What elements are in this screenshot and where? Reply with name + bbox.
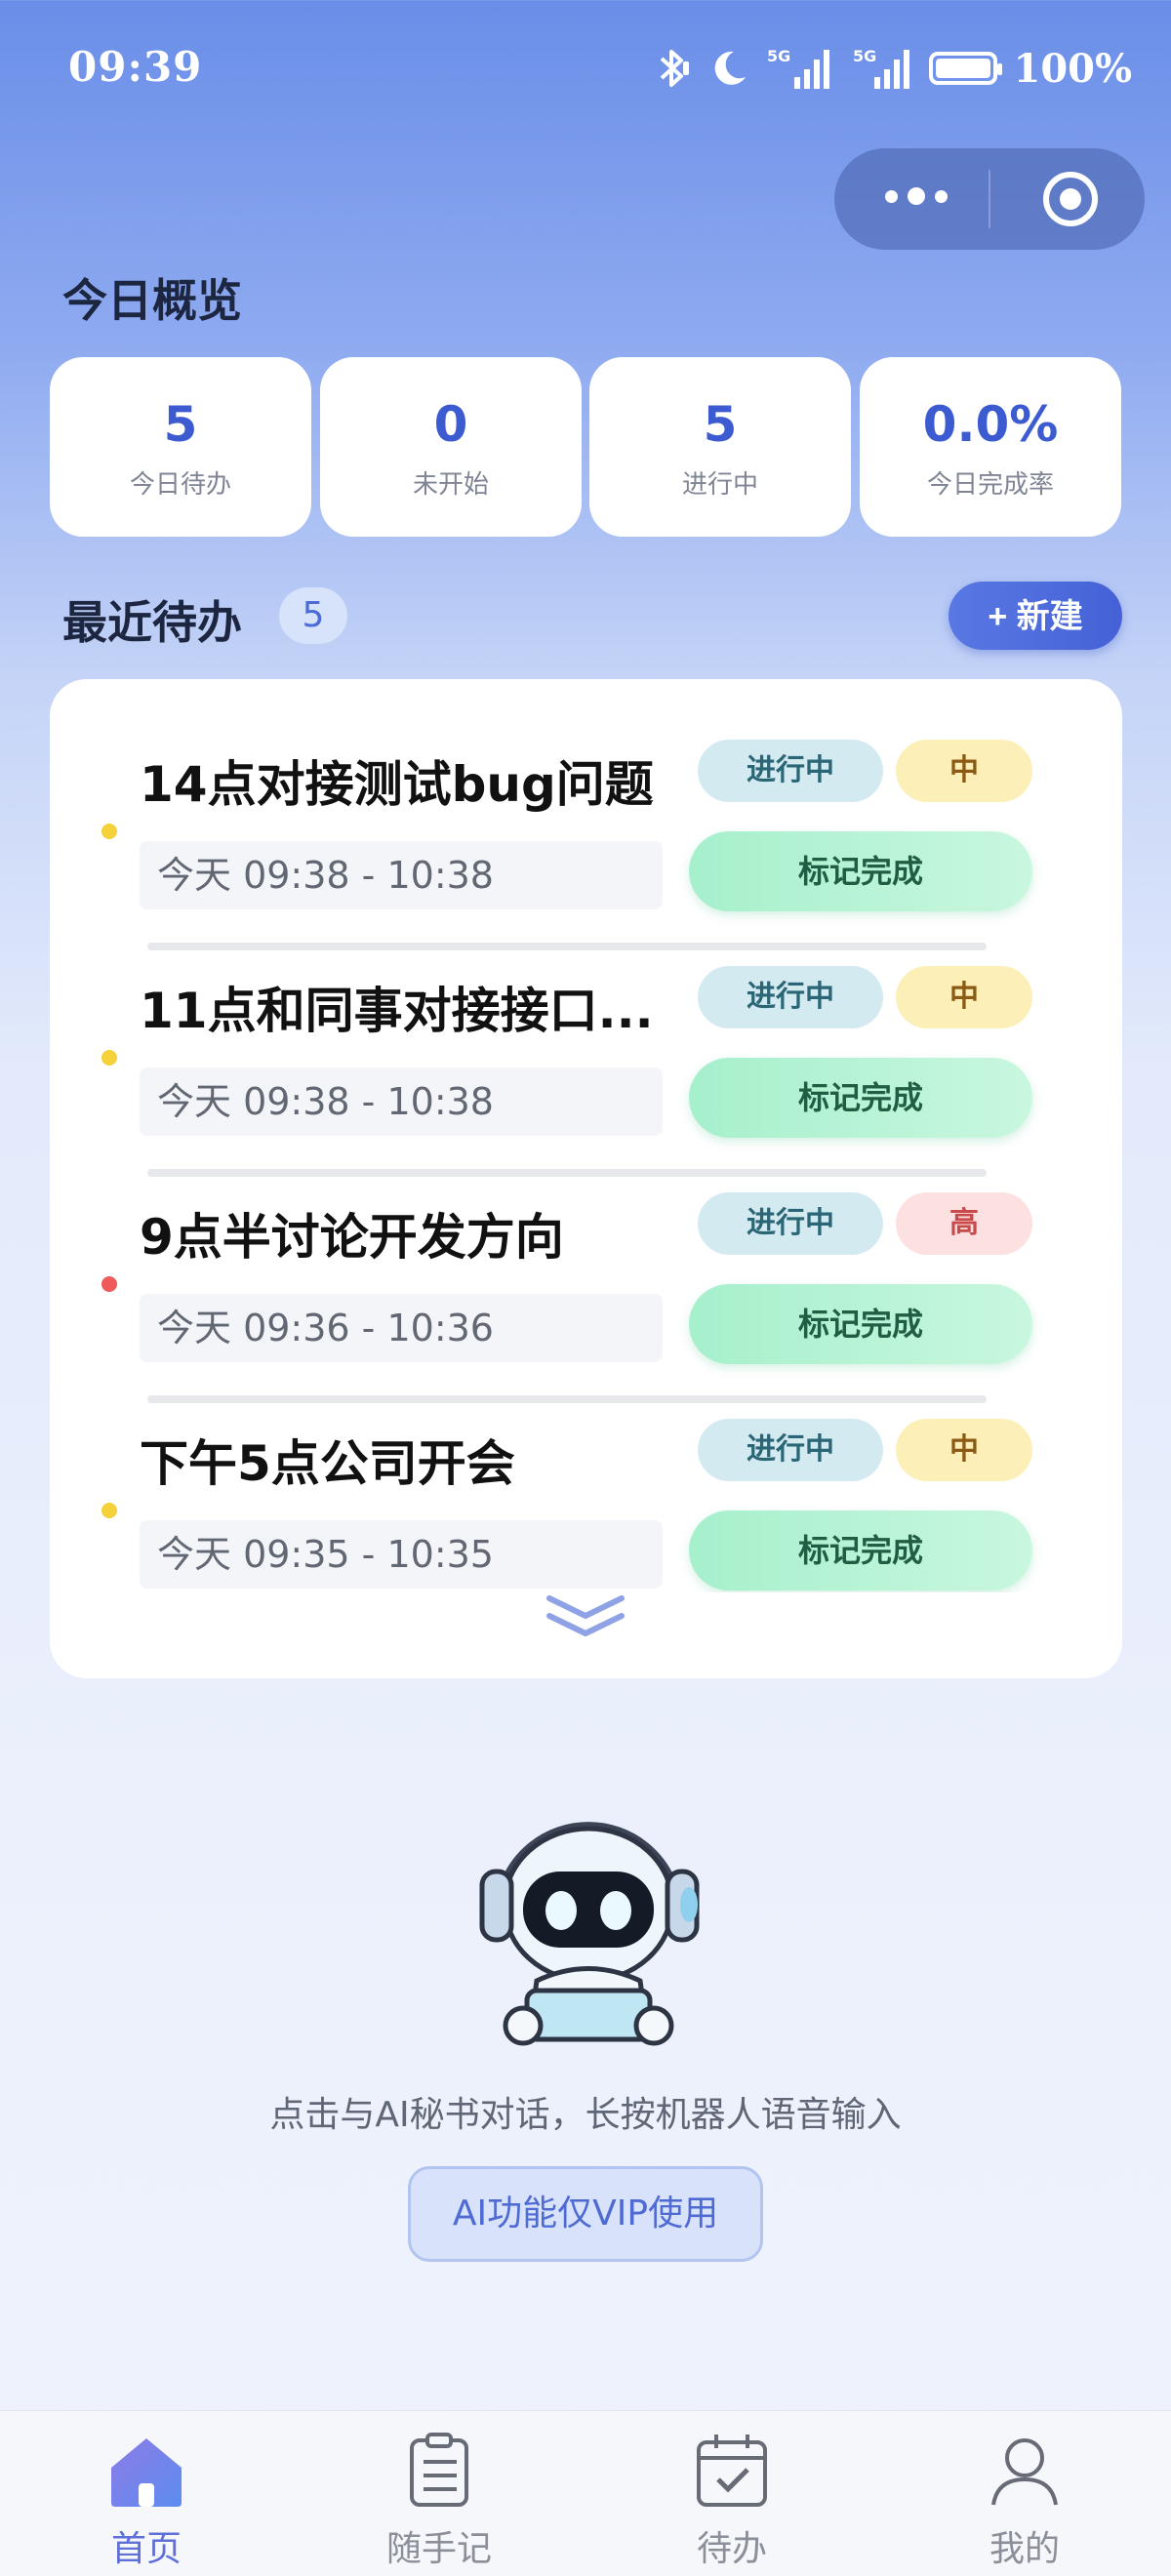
priority-badge: 中 <box>896 966 1032 1028</box>
todo-item[interactable]: 下午5点公司开会 进行中 中 今天 09:35 - 10:35 标记完成 <box>50 1358 1122 1592</box>
signal-5g-icon-2: 5G <box>853 47 910 89</box>
tab-label: 待办 <box>696 2529 767 2569</box>
todo-time: 今天 09:38 - 10:38 <box>140 1067 663 1136</box>
moon-icon <box>715 51 747 85</box>
stat-value: 0.0% <box>922 396 1059 453</box>
todo-item[interactable]: 11点和同事对接接口... 进行中 中 今天 09:38 - 10:38 标记完… <box>50 906 1122 1177</box>
ai-vip-button[interactable]: AI功能仅VIP使用 <box>408 2166 763 2262</box>
status-bar: 09:39 5G 5G 100% <box>0 0 1171 141</box>
stat-value: 0 <box>433 396 468 453</box>
stat-value: 5 <box>163 396 198 453</box>
priority-dot <box>101 1276 117 1292</box>
stat-label: 今日待办 <box>129 470 231 500</box>
priority-dot <box>101 1050 117 1066</box>
tab-notes[interactable]: 随手记 <box>293 2411 586 2576</box>
user-icon <box>991 2438 1058 2506</box>
mark-done-button[interactable]: 标记完成 <box>689 831 1032 911</box>
mark-done-button[interactable]: 标记完成 <box>689 1058 1032 1138</box>
bluetooth-icon <box>661 50 690 87</box>
stat-label: 未开始 <box>412 470 489 500</box>
recent-count-badge: 5 <box>279 587 347 644</box>
stat-card-not-started[interactable]: 0 未开始 <box>320 357 582 537</box>
battery-icon <box>929 52 1003 85</box>
stat-label: 今日完成率 <box>926 470 1054 500</box>
status-badge: 进行中 <box>698 1192 883 1255</box>
todo-title: 下午5点公司开会 <box>140 1435 515 1492</box>
todo-time: 今天 09:36 - 10:36 <box>140 1294 663 1362</box>
todo-title: 9点半讨论开发方向 <box>140 1209 564 1266</box>
stat-label: 进行中 <box>681 470 758 500</box>
more-icon[interactable] <box>885 187 948 205</box>
status-icons: 5G 5G 100% <box>654 41 1132 96</box>
todo-item[interactable]: 14点对接测试bug问题 进行中 中 今天 09:38 - 10:38 标记完成 <box>50 679 1122 950</box>
status-badge: 进行中 <box>698 966 883 1028</box>
signal-5g-icon: 5G <box>767 47 830 89</box>
tab-label: 随手记 <box>385 2529 492 2569</box>
todo-item[interactable]: 9点半讨论开发方向 进行中 高 今天 09:36 - 10:36 标记完成 <box>50 1132 1122 1403</box>
tab-bar: 首页 随手记 待办 我的 <box>0 2410 1171 2576</box>
todo-title: 14点对接测试bug问题 <box>140 756 654 813</box>
todo-time: 今天 09:35 - 10:35 <box>140 1520 663 1589</box>
status-badge: 进行中 <box>698 740 883 802</box>
ai-robot-icon[interactable] <box>447 1795 730 2049</box>
stat-value: 5 <box>703 396 738 453</box>
tab-label: 我的 <box>989 2529 1060 2569</box>
notes-icon <box>410 2433 468 2507</box>
todo-list-card: 14点对接测试bug问题 进行中 中 今天 09:38 - 10:38 标记完成… <box>50 679 1122 1678</box>
mark-done-button[interactable]: 标记完成 <box>689 1284 1032 1364</box>
close-target-icon[interactable] <box>1041 170 1100 228</box>
overview-title: 今日概览 <box>62 274 242 327</box>
svg-text:5G: 5G <box>853 47 876 65</box>
expand-more-icon[interactable] <box>540 1590 631 1641</box>
svg-text:5G: 5G <box>767 47 790 65</box>
tab-profile[interactable]: 我的 <box>878 2411 1171 2576</box>
priority-dot <box>101 1503 117 1518</box>
capsule-menu <box>834 148 1145 250</box>
status-badge: 进行中 <box>698 1419 883 1481</box>
priority-dot <box>101 824 117 839</box>
status-time: 09:39 <box>68 43 203 91</box>
ai-hint-text: 点击与AI秘书对话，长按机器人语音输入 <box>269 2095 902 2135</box>
home-icon <box>111 2438 182 2507</box>
stat-card-completion[interactable]: 0.0% 今日完成率 <box>860 357 1121 537</box>
priority-badge: 中 <box>896 740 1032 802</box>
battery-percent: 100% <box>1013 45 1132 92</box>
stat-card-today[interactable]: 5 今日待办 <box>50 357 311 537</box>
tab-todo[interactable]: 待办 <box>586 2411 878 2576</box>
priority-badge: 高 <box>896 1192 1032 1255</box>
tab-home[interactable]: 首页 <box>0 2411 293 2576</box>
todo-time: 今天 09:38 - 10:38 <box>140 841 663 909</box>
mark-done-button[interactable]: 标记完成 <box>689 1510 1032 1590</box>
priority-badge: 中 <box>896 1419 1032 1481</box>
recent-title: 最近待办 <box>62 596 242 649</box>
todo-title: 11点和同事对接接口... <box>140 983 654 1039</box>
stat-card-in-progress[interactable]: 5 进行中 <box>589 357 851 537</box>
calendar-check-icon <box>697 2435 767 2507</box>
tab-label: 首页 <box>110 2529 182 2569</box>
new-todo-button[interactable]: + 新建 <box>949 582 1122 650</box>
